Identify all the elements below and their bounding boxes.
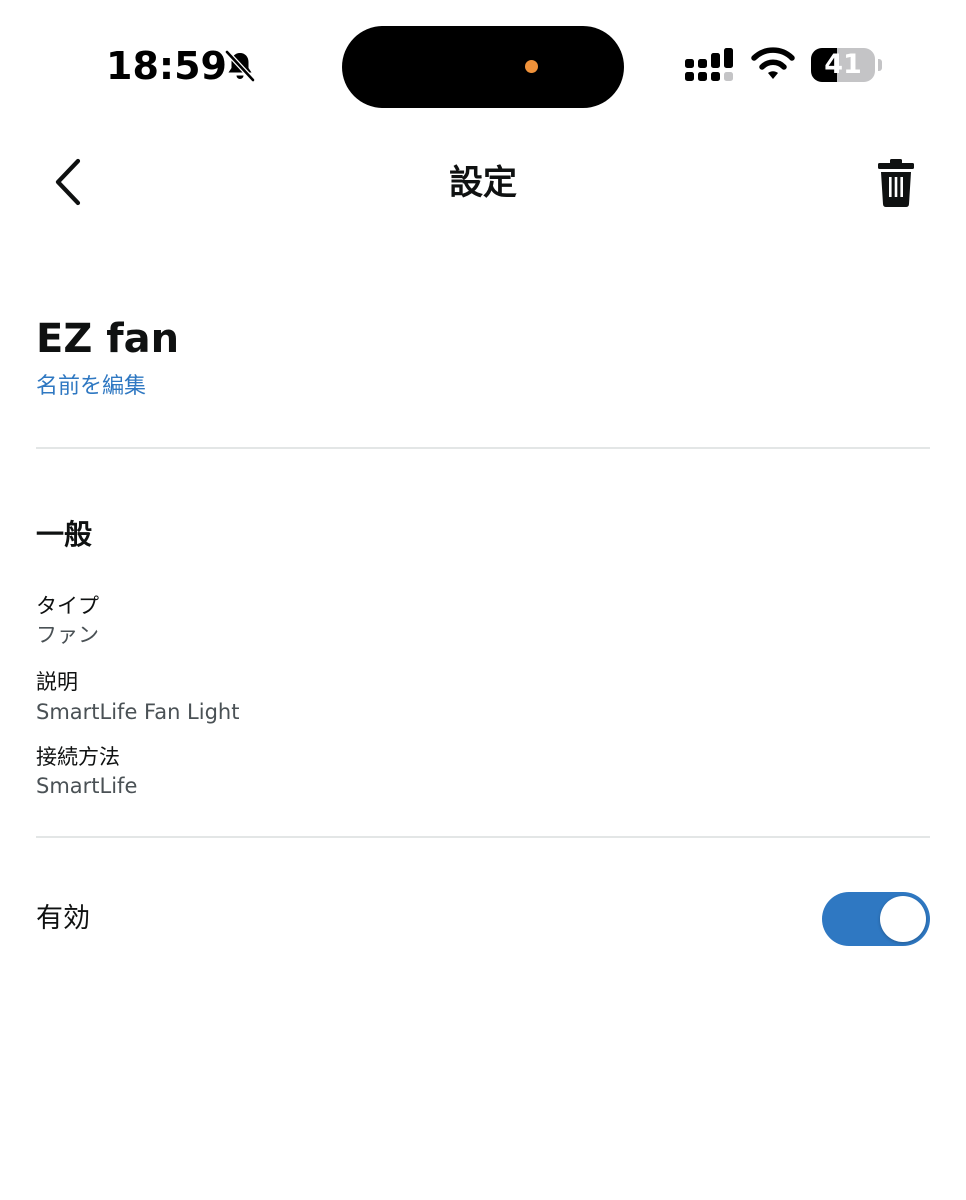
divider: [36, 836, 930, 838]
section-title-general: 一般: [36, 518, 93, 551]
delete-device-button[interactable]: [868, 152, 924, 214]
type-value: ファン: [36, 623, 99, 647]
toggle-knob: [880, 896, 926, 942]
battery-indicator: 41: [811, 48, 882, 82]
trash-icon: [878, 159, 914, 207]
enabled-label: 有効: [36, 903, 90, 934]
status-time: 18:59: [106, 44, 227, 88]
battery-level: 41: [824, 49, 862, 80]
status-bar: 18:59 41: [0, 0, 966, 120]
wifi-icon: [751, 47, 795, 79]
connection-label: 接続方法: [36, 745, 120, 769]
divider: [36, 447, 930, 449]
device-name: EZ fan: [36, 316, 180, 362]
page-title: 設定: [449, 163, 517, 203]
description-label: 説明: [36, 670, 78, 694]
dynamic-island: [342, 26, 624, 108]
bell-slash-icon: [225, 50, 255, 82]
recording-indicator: [525, 60, 538, 73]
enabled-toggle[interactable]: [822, 892, 930, 946]
type-label: タイプ: [36, 594, 99, 618]
cellular-signal-icon: [685, 48, 733, 81]
description-value: SmartLife Fan Light: [36, 700, 240, 724]
rename-link[interactable]: 名前を編集: [36, 371, 146, 403]
connection-value: SmartLife: [36, 774, 138, 798]
